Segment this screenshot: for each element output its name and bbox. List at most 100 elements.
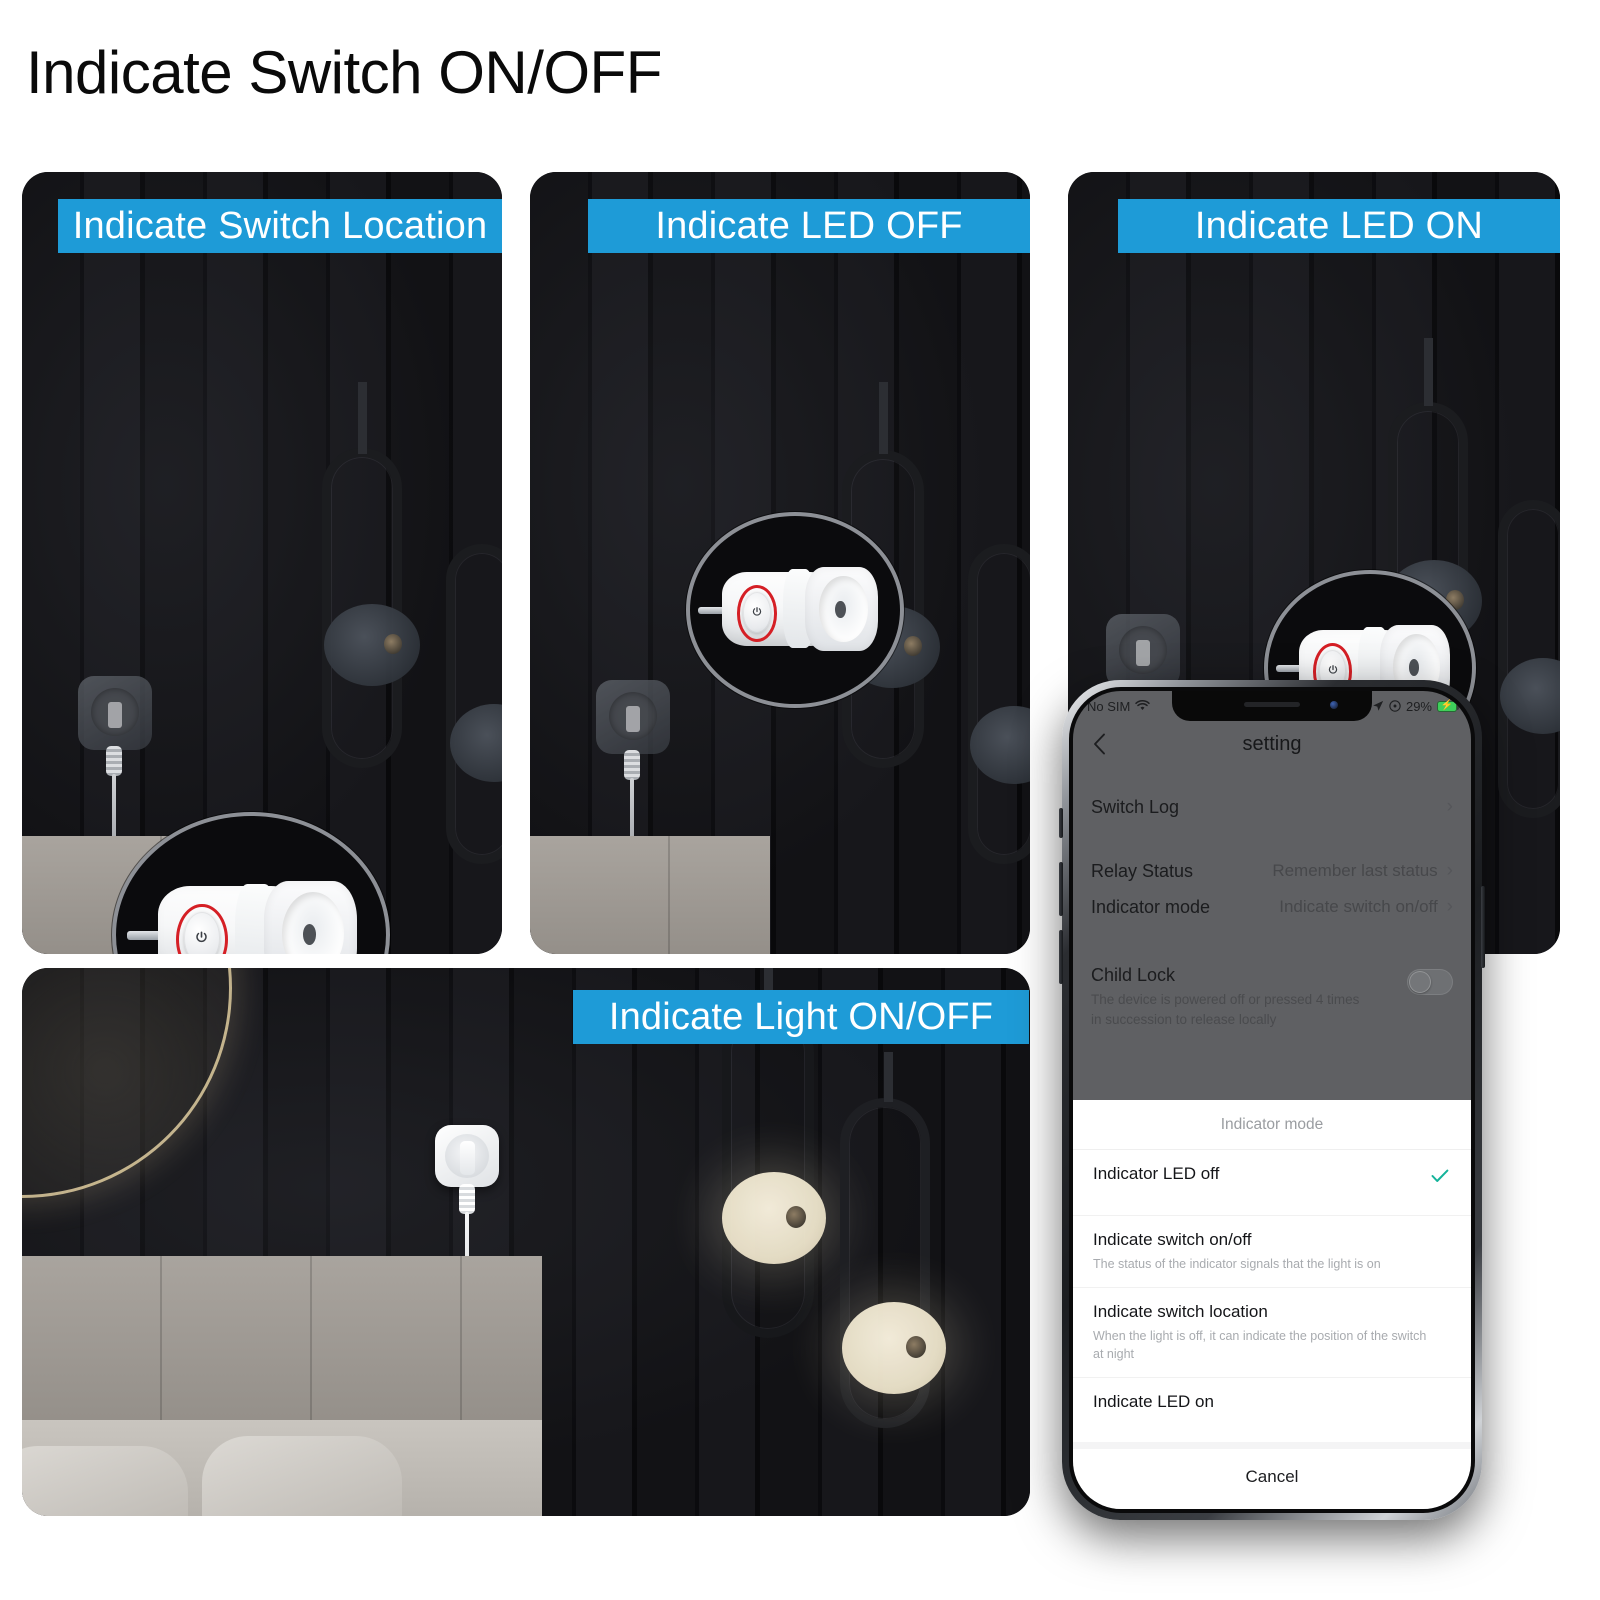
scene-led-off [530,172,1030,954]
badge-label: Indicate LED ON [1194,204,1484,247]
sheet-option-indicate-switch-location[interactable]: Indicate switch location When the light … [1073,1288,1471,1378]
row-label: Relay Status [1091,861,1194,881]
status-bar-right: 29% ⚡ [1372,698,1459,714]
row-description: The device is powered off or pressed 4 t… [1091,992,1360,1028]
sheet-option-indicator-led-off[interactable]: Indicator LED off [1073,1150,1471,1216]
plug-cord-ribs [459,1184,475,1214]
carrier-label: No SIM [1087,698,1131,714]
lamp-disc-hub [906,1336,926,1358]
option-description: The status of the indicator signals that… [1093,1256,1381,1271]
app-nav-bar: setting [1073,721,1471,767]
headboard [22,1256,542,1436]
phone-screen: No SIM 29% ⚡ setting Switch Log › Relay … [1073,691,1471,1509]
phone-silent-switch[interactable] [1059,808,1063,838]
panel-switch-location: Indicate Switch Location [22,172,502,954]
magnifier-callout [686,512,904,708]
background-wall-socket [596,680,670,754]
charging-bolt-icon: ⚡ [1440,700,1454,711]
phone-bezel: No SIM 29% ⚡ setting Switch Log › Relay … [1069,687,1475,1513]
power-icon [1328,665,1337,674]
option-label: Indicate switch on/off [1093,1229,1252,1249]
chevron-right-icon: › [1446,796,1453,817]
panel-badge-led-off: Indicate LED OFF [588,199,1030,253]
sheet-divider [1073,1442,1471,1449]
scene-switch-location [22,172,502,954]
badge-label: Indicate Switch Location [72,204,488,247]
power-icon [196,931,207,943]
sheet-option-indicate-switch-onoff[interactable]: Indicate switch on/off The status of the… [1073,1216,1471,1288]
settings-row-switch-log[interactable]: Switch Log › [1073,783,1471,835]
plug-cord-ribs [106,746,122,776]
child-lock-text-block: Child Lock The device is powered off or … [1091,965,1363,1031]
row-label: Switch Log [1091,797,1180,817]
wifi-icon [1135,700,1151,710]
option-label: Indicate LED on [1093,1392,1214,1411]
settings-row-relay-status[interactable]: Relay Status Remember last status › [1073,835,1471,887]
power-icon [752,607,761,616]
power-button[interactable] [742,591,771,633]
smart-plug [121,864,380,954]
plug-cord-ribs [624,750,640,780]
page-title: Indicate Switch ON/OFF [26,39,662,106]
row-label: Child Lock [1091,965,1176,985]
option-description: When the light is off, it can indicate t… [1093,1328,1427,1361]
row-label: Indicator mode [1091,897,1211,917]
row-value: Indicate switch on/off [1279,897,1438,916]
pendant-loop-cable [358,382,367,454]
page-root: Indicate Switch ON/OFF Indicate Switch L… [0,0,1600,1600]
headboard-seams [530,836,770,954]
battery-percent-label: 29% [1405,698,1432,714]
panel-badge-led-on: Indicate LED ON [1118,199,1560,253]
clock-icon [1389,700,1401,712]
pillow [22,1446,188,1516]
settings-row-child-lock[interactable]: Child Lock The device is powered off or … [1073,939,1471,1031]
lamp-disc [324,604,420,686]
checkmark-icon [1431,1169,1449,1182]
panel-badge-light-onoff: Indicate Light ON/OFF [573,990,1029,1044]
chevron-right-icon: › [1446,860,1453,881]
screen-title: setting [1242,732,1302,755]
option-label: Indicate switch location [1093,1301,1268,1321]
panel-light-onoff: Indicate Light ON/OFF [22,968,1030,1516]
phone-device: No SIM 29% ⚡ setting Switch Log › Relay … [1059,680,1485,1520]
phone-volume-up-button[interactable] [1059,862,1063,916]
settings-row-indicator-mode[interactable]: Indicator mode Indicate switch on/off › [1073,887,1471,939]
battery-charging-icon: ⚡ [1437,700,1459,712]
white-wall-plug [435,1125,499,1187]
sheet-option-indicate-led-on[interactable]: Indicate LED on [1073,1378,1471,1442]
row-value: Remember last status [1272,861,1438,880]
cancel-button[interactable]: Cancel [1073,1449,1471,1509]
lamp-disc-hub [786,1206,806,1228]
status-bar: No SIM 29% ⚡ [1073,691,1471,721]
lamp-disc-hub [904,636,922,656]
scene-light-onoff [22,968,1030,1516]
lamp-disc-lit [842,1302,946,1394]
pendant-loop-cable [884,1052,893,1102]
power-button[interactable] [183,912,220,954]
panel-led-off: Indicate LED OFF [530,172,1030,954]
panel-badge-switch-location: Indicate Switch Location [58,199,502,253]
child-lock-toggle[interactable] [1407,969,1453,995]
pendant-loop-cable [1424,338,1433,406]
pendant-loop-lamp [968,544,1030,864]
headboard-seams [22,1256,542,1436]
sheet-title: Indicator mode [1073,1100,1471,1150]
badge-label: Indicate Light ON/OFF [608,995,994,1038]
pendant-loop-cable [879,382,888,454]
background-wall-socket [78,676,152,750]
plug-prong [460,1141,475,1175]
phone-power-button[interactable] [1481,886,1485,968]
chevron-right-icon: › [1446,896,1453,917]
badge-label: Indicate LED OFF [655,204,963,247]
option-label: Indicator LED off [1093,1163,1220,1183]
check-icon [1431,1168,1449,1187]
location-arrow-icon [1373,700,1384,711]
lamp-disc-lit [722,1172,826,1264]
lamp-disc-hub [384,634,402,654]
background-wall-socket [1106,614,1180,688]
indicator-mode-sheet: Indicator mode Indicator LED off Indicat… [1073,1099,1471,1509]
phone-volume-down-button[interactable] [1059,930,1063,984]
pillow [202,1436,402,1516]
smart-plug [694,554,896,667]
status-bar-left: No SIM [1087,698,1151,714]
